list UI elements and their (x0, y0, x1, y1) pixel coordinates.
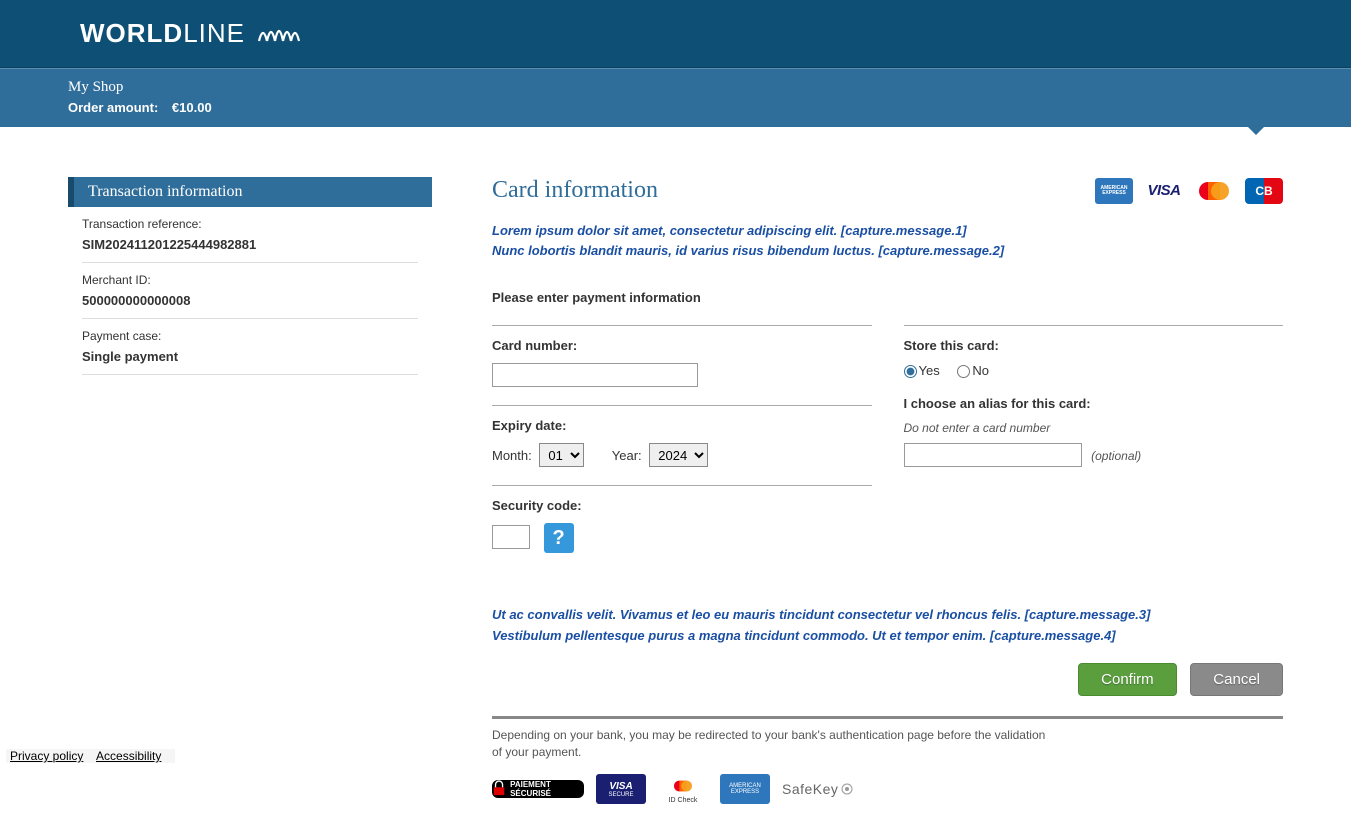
capture-message-2: Nunc lobortis blandit mauris, id varius … (492, 242, 1283, 260)
visa-secure-badge: VISA SECURE (596, 774, 646, 804)
card-number-label: Card number: (492, 338, 872, 353)
store-yes-option[interactable]: Yes (904, 363, 940, 378)
page-title: Card information (492, 177, 658, 204)
logo-world-text: WORLD (80, 18, 183, 48)
app-header: WORLDLINE (0, 0, 1351, 68)
pointer-arrow-icon (1246, 125, 1266, 135)
mastercard-card-icon (1195, 178, 1233, 204)
store-card-label: Store this card: (904, 338, 1284, 353)
info-label: Merchant ID: (82, 273, 418, 287)
store-yes-radio[interactable] (904, 365, 917, 378)
month-label: Month: (492, 448, 532, 463)
alias-hint: Do not enter a card number (904, 421, 1284, 435)
panel-title: Transaction information (68, 177, 432, 207)
info-item: Transaction reference: SIM20241120122544… (82, 207, 418, 263)
separator (492, 716, 1283, 719)
logo-wave-icon (257, 19, 305, 48)
info-label: Payment case: (82, 329, 418, 343)
info-item: Payment case: Single payment (82, 319, 418, 375)
visa-card-icon: VISA (1145, 178, 1183, 204)
worldline-logo: WORLDLINE (80, 18, 305, 49)
shop-name: My Shop (68, 79, 1351, 96)
year-label: Year: (612, 448, 642, 463)
alias-input[interactable] (904, 443, 1082, 467)
safekey-badge: SafeKey (782, 781, 854, 797)
card-number-input[interactable] (492, 363, 698, 387)
capture-message-3: Ut ac convallis velit. Vivamus et leo eu… (492, 606, 1283, 624)
redirect-note: Depending on your bank, you may be redir… (492, 727, 1052, 761)
footer-links: Privacy policy Accessibility (6, 749, 175, 763)
form-instruction: Please enter payment information (492, 290, 1283, 305)
security-code-help-icon[interactable]: ? (544, 523, 574, 553)
info-label: Transaction reference: (82, 217, 418, 231)
transaction-reference-value: SIM202411201225444982881 (82, 237, 418, 252)
transaction-info-panel: Transaction information Transaction refe… (68, 177, 432, 375)
optional-hint: (optional) (1091, 449, 1141, 463)
paiement-securise-badge: PAIEMENT SÉCURISÉ (492, 780, 584, 798)
card-form: Card information AMERICAN EXPRESS VISA C… (492, 177, 1283, 804)
alias-label: I choose an alias for this card: (904, 396, 1284, 411)
merchant-id-value: 500000000000008 (82, 293, 418, 308)
expiry-month-select[interactable]: 01 (539, 443, 584, 467)
capture-message-4: Vestibulum pellentesque purus a magna ti… (492, 627, 1283, 645)
order-amount-value: €10.00 (172, 100, 212, 115)
amex-card-icon: AMERICAN EXPRESS (1095, 178, 1133, 204)
info-item: Merchant ID: 500000000000008 (82, 263, 418, 319)
cancel-button[interactable]: Cancel (1190, 663, 1283, 696)
expiry-date-label: Expiry date: (492, 418, 872, 433)
security-code-label: Security code: (492, 498, 872, 513)
expiry-year-select[interactable]: 2024 (649, 443, 708, 467)
capture-message-1: Lorem ipsum dolor sit amet, consectetur … (492, 222, 1283, 240)
privacy-policy-link[interactable]: Privacy policy (10, 749, 83, 763)
accessibility-link[interactable]: Accessibility (96, 749, 161, 763)
accepted-cards-row: AMERICAN EXPRESS VISA CB (1095, 178, 1283, 204)
order-summary-bar: My Shop Order amount: €10.00 (0, 68, 1351, 127)
order-amount-label: Order amount: (68, 100, 158, 115)
logo-line-text: LINE (183, 18, 245, 48)
payment-case-value: Single payment (82, 349, 418, 364)
security-code-input[interactable] (492, 525, 530, 549)
cb-card-icon: CB (1245, 178, 1283, 204)
mastercard-idcheck-badge: ID Check (658, 774, 708, 804)
store-no-radio[interactable] (957, 365, 970, 378)
amex-secure-badge: AMERICAN EXPRESS (720, 774, 770, 804)
confirm-button[interactable]: Confirm (1078, 663, 1177, 696)
security-logos-row: PAIEMENT SÉCURISÉ VISA SECURE ID Check A… (492, 774, 1283, 804)
store-no-option[interactable]: No (957, 363, 989, 378)
